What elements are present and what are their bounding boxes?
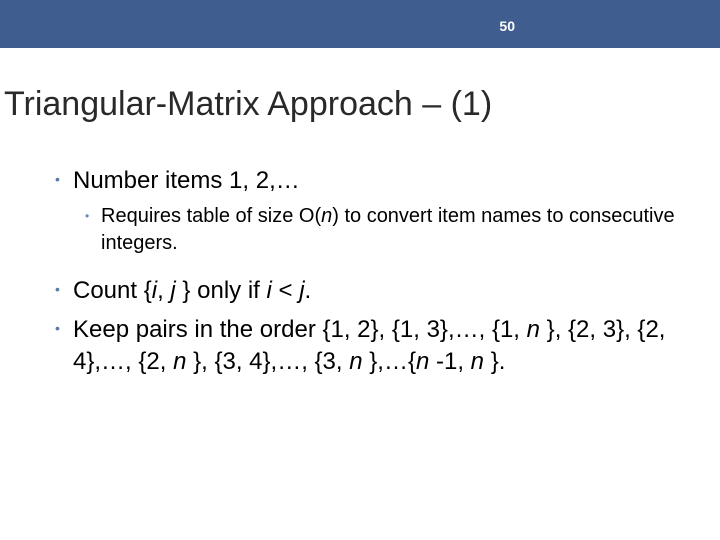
- bullet-3: Keep pairs in the order {1, 2}, {1, 3},……: [55, 314, 680, 379]
- page-number: 50: [499, 18, 515, 34]
- bullet-2: Count {i, j } only if i < j.: [55, 275, 680, 307]
- slide: 50 Triangular-Matrix Approach – (1) Numb…: [0, 0, 720, 540]
- slide-title: Triangular-Matrix Approach – (1): [4, 85, 492, 124]
- bullet-1: Number items 1, 2,…: [55, 165, 680, 197]
- bullet-1-sub-1: Requires table of size O(n) to convert i…: [55, 203, 680, 257]
- header-band: [0, 0, 720, 48]
- slide-body: Number items 1, 2,… Requires table of si…: [55, 165, 680, 385]
